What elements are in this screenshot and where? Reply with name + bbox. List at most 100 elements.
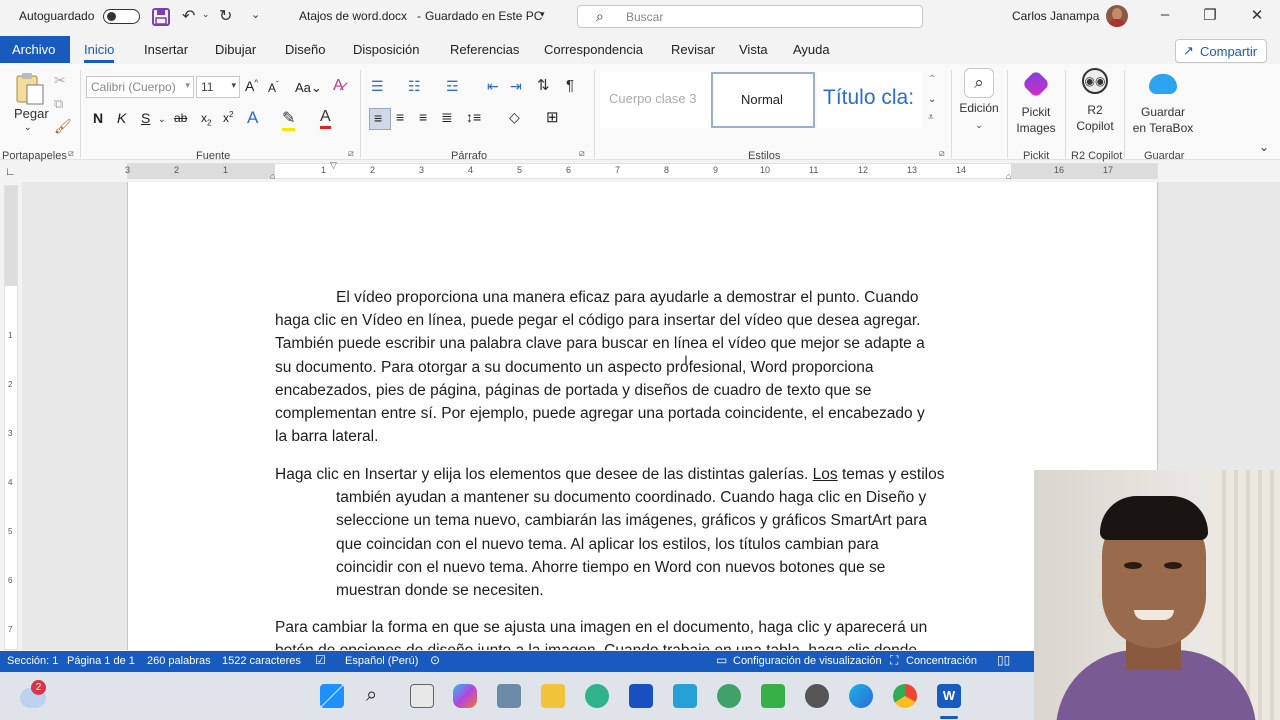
avatar[interactable]	[1106, 5, 1128, 27]
calculator-icon[interactable]	[497, 684, 521, 708]
styles-more-icon[interactable]: ⩡	[928, 112, 934, 123]
document-page[interactable]: El vídeo proporciona una manera eficaz p…	[127, 182, 1158, 650]
terabox-button[interactable]: Guardar en TeraBox	[1130, 68, 1196, 136]
italic-button[interactable]: K	[117, 110, 126, 126]
shading-icon[interactable]: ◇	[509, 109, 520, 126]
display-settings-icon[interactable]: ▭	[716, 653, 727, 667]
status-language[interactable]: Español (Perú)	[345, 655, 418, 667]
decrease-indent-icon[interactable]: ⇤	[487, 78, 499, 95]
dialog-launcher-icon[interactable]: ⧄	[939, 148, 945, 159]
vertical-ruler[interactable]: 1 2 3 4 5 6 7	[4, 185, 18, 650]
justify-icon[interactable]: ≣	[441, 109, 453, 126]
paragraph-3[interactable]: Para cambiar la forma en que se ajusta u…	[275, 616, 1035, 650]
search-box[interactable]: ⌕ Buscar	[577, 5, 923, 28]
word-icon[interactable]: W	[937, 684, 961, 708]
cut-icon[interactable]: ✂	[54, 72, 66, 89]
tab-selector-icon[interactable]: ∟	[5, 166, 16, 178]
tab-archivo[interactable]: Archivo	[0, 36, 70, 63]
chrome-icon[interactable]	[893, 684, 917, 708]
paste-button-label[interactable]: Pegar	[14, 106, 49, 121]
chevron-down-icon[interactable]: ⌄	[158, 114, 166, 125]
underline-button[interactable]: S	[141, 110, 150, 126]
style-normal[interactable]: Normal	[711, 72, 815, 128]
paste-icon[interactable]	[14, 72, 46, 106]
tab-insertar[interactable]: Insertar	[144, 42, 188, 57]
app-icon[interactable]	[585, 684, 609, 708]
numbering-icon[interactable]: ☷	[408, 78, 421, 95]
tab-ayuda[interactable]: Ayuda	[793, 42, 830, 57]
share-button[interactable]: Compartir	[1175, 39, 1267, 63]
paragraph-2[interactable]: Haga clic en Insertar y elija los elemen…	[275, 463, 1035, 602]
edge-icon[interactable]	[849, 684, 873, 708]
copy-icon[interactable]: ⧉	[54, 96, 63, 112]
subscript-icon[interactable]: x2	[201, 111, 211, 127]
tab-dibujar[interactable]: Dibujar	[215, 42, 256, 57]
r2-copilot-button[interactable]: ◉◉ R2 Copilot	[1071, 68, 1119, 134]
edicion-button[interactable]: ⌕ Edición ⌄	[957, 68, 1001, 133]
status-display-settings[interactable]: Configuración de visualización	[733, 655, 882, 667]
search-icon[interactable]: ⌕	[366, 684, 377, 707]
font-size-combo[interactable]: 11 ▾	[196, 76, 240, 98]
tab-disposicion[interactable]: Disposición	[353, 42, 419, 57]
first-line-indent-marker[interactable]: ▽	[330, 160, 337, 171]
app-icon[interactable]	[629, 684, 653, 708]
close-icon[interactable]: ✕	[1237, 6, 1277, 28]
bold-button[interactable]: N	[93, 110, 103, 126]
tab-inicio[interactable]: Inicio	[84, 42, 115, 63]
tab-referencias[interactable]: Referencias	[450, 42, 519, 57]
windows-start-icon[interactable]	[320, 684, 344, 708]
record-icon[interactable]	[805, 684, 829, 708]
undo-icon[interactable]: ↶	[182, 6, 195, 26]
right-indent-marker[interactable]: ⌂	[1006, 171, 1011, 181]
task-view-icon[interactable]	[410, 684, 434, 708]
multilevel-list-icon[interactable]: ☲	[446, 78, 459, 95]
focus-icon[interactable]: ⛶	[890, 653, 898, 668]
superscript-icon[interactable]: x2	[223, 110, 233, 125]
align-right-icon[interactable]: ≡	[419, 109, 427, 125]
paragraph-1[interactable]: El vídeo proporciona una manera eficaz p…	[275, 286, 1035, 448]
redo-icon[interactable]: ↻	[219, 6, 232, 26]
font-name-combo[interactable]: Calibri (Cuerpo) ▾	[86, 76, 194, 98]
chevron-down-icon[interactable]: ⌄	[24, 122, 32, 133]
strikethrough-icon[interactable]: ab	[174, 111, 187, 125]
file-explorer-icon[interactable]	[541, 684, 565, 708]
grow-font-icon[interactable]: A^	[245, 78, 258, 94]
status-focus[interactable]: Concentración	[906, 655, 977, 667]
hanging-indent-marker[interactable]: ⌂	[270, 171, 275, 181]
notepad-icon[interactable]	[673, 684, 697, 708]
app-icon[interactable]	[761, 684, 785, 708]
minimize-icon[interactable]: –	[1145, 6, 1185, 28]
tab-revisar[interactable]: Revisar	[671, 42, 715, 57]
line-spacing-icon[interactable]: ↕≡	[466, 109, 481, 125]
styles-up-icon[interactable]: ⌃	[928, 74, 936, 85]
clear-format-icon[interactable]: A̷	[333, 77, 344, 95]
text-effects-icon[interactable]: A	[247, 108, 258, 128]
show-formatting-icon[interactable]: ¶	[566, 77, 574, 94]
read-mode-icon[interactable]: ▯▯	[997, 653, 1010, 667]
change-case-icon[interactable]: Aa⌄	[295, 80, 322, 96]
tab-correspondencia[interactable]: Correspondencia	[544, 42, 643, 57]
align-left-button[interactable]: ≡	[369, 108, 391, 130]
status-page[interactable]: Página 1 de 1	[67, 655, 135, 667]
status-chars[interactable]: 1522 caracteres	[222, 655, 301, 667]
customize-toolbar-icon[interactable]: ⌄	[251, 8, 260, 21]
sort-icon[interactable]: ⇅	[537, 76, 550, 94]
horizontal-ruler[interactable]: 3 2 1 1 2 3 4 5 6 7 8 9 10 11 12 13 14 1…	[125, 160, 1158, 181]
dialog-launcher-icon[interactable]: ⧄	[68, 148, 74, 159]
dialog-launcher-icon[interactable]: ⧄	[348, 148, 354, 159]
borders-icon[interactable]: ⊞	[546, 108, 559, 126]
accessibility-icon[interactable]: ⊙	[430, 653, 440, 667]
undo-dropdown-icon[interactable]: ⌄	[202, 9, 210, 20]
copilot-icon[interactable]	[453, 684, 477, 708]
pickit-images-button[interactable]: Pickit Images	[1012, 68, 1060, 136]
user-name[interactable]: Carlos Janampa	[1012, 9, 1099, 23]
status-section[interactable]: Sección: 1	[7, 655, 58, 667]
font-color-icon[interactable]: A	[320, 108, 331, 129]
restore-icon[interactable]: ❐	[1190, 6, 1230, 28]
tab-vista[interactable]: Vista	[739, 42, 768, 57]
format-painter-icon[interactable]: 🖌	[54, 118, 72, 135]
increase-indent-icon[interactable]: ⇥	[510, 78, 522, 95]
align-center-icon[interactable]: ≡	[396, 109, 404, 125]
styles-down-icon[interactable]: ⌄	[928, 94, 936, 105]
paint-icon[interactable]	[717, 684, 741, 708]
